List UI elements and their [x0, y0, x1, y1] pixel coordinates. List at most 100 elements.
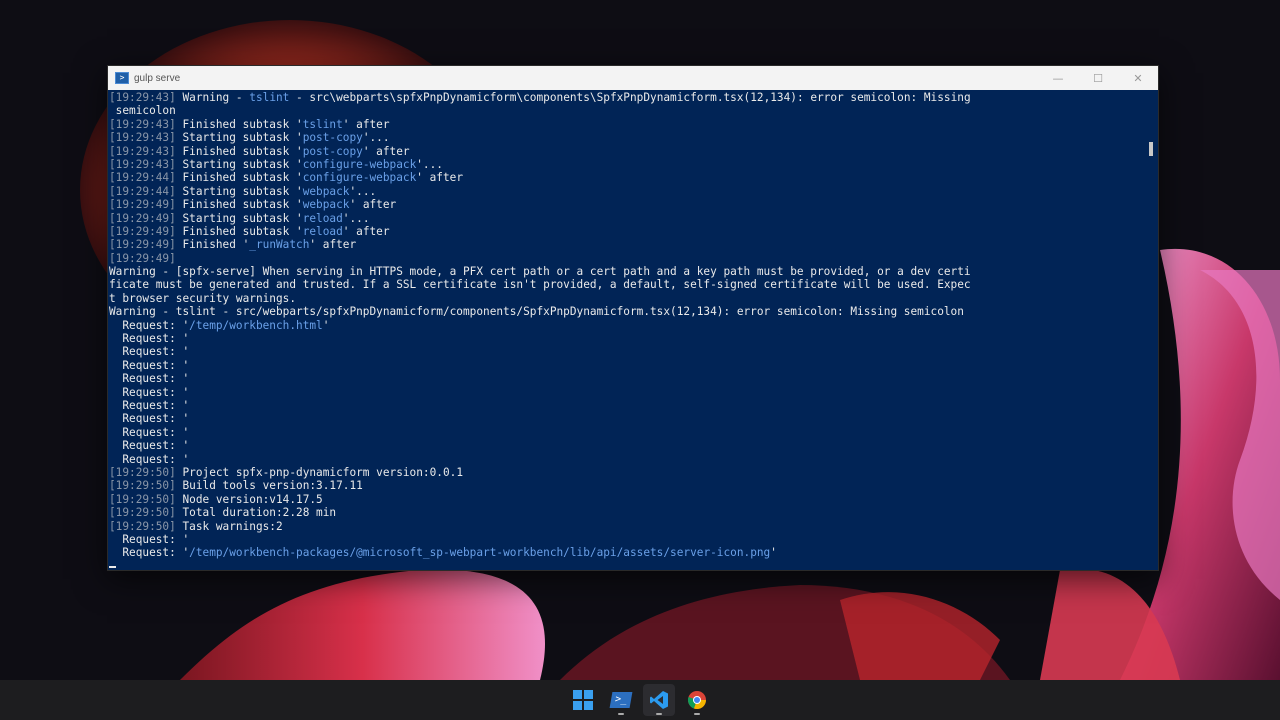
- highlight-text: _runWatch: [249, 238, 310, 252]
- timestamp: [19:29:49]: [109, 211, 176, 225]
- timestamp: [19:29:50]: [109, 519, 176, 533]
- timestamp: [19:29:49]: [109, 198, 176, 212]
- console-line: Request: ': [109, 332, 1144, 345]
- powershell-icon: >: [115, 72, 129, 84]
- console-line: [19:29:43] Starting subtask 'configure-w…: [109, 158, 1144, 171]
- console-line: Request: ': [109, 345, 1144, 358]
- console-text: ' after: [342, 117, 390, 131]
- console-text: ' after: [349, 198, 397, 212]
- console-text: - src\webparts\spfxPnpDynamicform\compon…: [289, 91, 971, 104]
- console-text: Request: ': [109, 452, 190, 466]
- console-scrollbar[interactable]: [1144, 90, 1158, 570]
- running-indicator: [656, 713, 662, 715]
- timestamp: [19:29:43]: [109, 157, 176, 171]
- console-text: Request: ': [109, 358, 190, 372]
- console-output[interactable]: [19:29:43] Warning - tslint - src\webpar…: [109, 90, 1144, 570]
- window-controls: — ☐ ✕: [1038, 66, 1158, 90]
- highlight-text: post-copy: [302, 144, 363, 158]
- console-text: semicolon: [109, 104, 176, 118]
- console-line: Request: ': [109, 426, 1144, 439]
- console-text: Starting subtask ': [175, 211, 303, 225]
- console-line: [19:29:50] Task warnings:2: [109, 520, 1144, 533]
- console-line: [19:29:49] Starting subtask 'reload'...: [109, 212, 1144, 225]
- console-line: [19:29:50] Project spfx-pnp-dynamicform …: [109, 466, 1144, 479]
- highlight-text: webpack: [302, 184, 350, 198]
- console-text: Finished subtask ': [175, 117, 303, 131]
- timestamp: [19:29:49]: [109, 224, 176, 238]
- console-text: Starting subtask ': [175, 184, 303, 198]
- taskbar-chrome[interactable]: [681, 684, 713, 716]
- console-text: Request: ': [109, 412, 190, 426]
- console-text: Request: ': [109, 546, 190, 560]
- console-text: Finished ': [175, 238, 250, 252]
- taskbar-vscode[interactable]: [643, 684, 675, 716]
- console-line: ficate must be generated and trusted. If…: [109, 278, 1144, 291]
- highlight-text: post-copy: [302, 131, 363, 145]
- console-line: [19:29:43] Starting subtask 'post-copy'.…: [109, 131, 1144, 144]
- console-text: Request: ': [109, 425, 190, 439]
- console-text: '...: [362, 131, 390, 145]
- console-line: Request: ': [109, 453, 1144, 466]
- console-text: Finished subtask ': [175, 171, 303, 185]
- console-text: Request: ': [109, 385, 190, 399]
- console-line: Request: ': [109, 399, 1144, 412]
- start-button[interactable]: [567, 684, 599, 716]
- window-title: gulp serve: [134, 72, 181, 84]
- console-text: Warning - tslint - src/webparts/spfxPnpD…: [109, 305, 964, 319]
- console-line: [19:29:44] Starting subtask 'webpack'...: [109, 185, 1144, 198]
- console-line: Request: '/temp/workbench-packages/@micr…: [109, 546, 1144, 559]
- console-text: Finished subtask ': [175, 224, 303, 238]
- highlight-text: reload: [302, 224, 343, 238]
- timestamp: [19:29:50]: [109, 465, 176, 479]
- console-line: Request: ': [109, 439, 1144, 452]
- powershell-icon: >_: [609, 692, 633, 708]
- timestamp: [19:29:44]: [109, 171, 176, 185]
- console-line: Warning - tslint - src/webparts/spfxPnpD…: [109, 305, 1144, 318]
- console-line: [19:29:49] Finished subtask 'reload' aft…: [109, 225, 1144, 238]
- maximize-button[interactable]: ☐: [1078, 66, 1118, 90]
- console-text: t browser security warnings.: [109, 291, 297, 305]
- highlight-text: reload: [302, 211, 343, 225]
- windows-logo-icon: [573, 690, 593, 710]
- console-text: ' after: [342, 224, 390, 238]
- timestamp: [19:29:50]: [109, 479, 176, 493]
- console-text: Request: ': [109, 332, 190, 346]
- console-line: [19:29:50] Total duration:2.28 min: [109, 506, 1144, 519]
- console-text: ' after: [362, 144, 410, 158]
- taskbar-powershell[interactable]: >_: [605, 684, 637, 716]
- chrome-icon: [687, 691, 706, 710]
- timestamp: [19:29:50]: [109, 506, 176, 520]
- console-line: Request: ': [109, 359, 1144, 372]
- vscode-icon: [650, 691, 668, 709]
- window-titlebar[interactable]: > gulp serve — ☐ ✕: [108, 66, 1158, 90]
- console-text: Request: ': [109, 372, 190, 386]
- console-text: Request: ': [109, 439, 190, 453]
- console-text: Request: ': [109, 318, 190, 332]
- console-text: Starting subtask ': [175, 131, 303, 145]
- timestamp: [19:29:43]: [109, 131, 176, 145]
- highlight-text: tslint: [249, 91, 290, 104]
- console-line: Request: '/temp/workbench.html': [109, 319, 1144, 332]
- console-text: ': [322, 318, 330, 332]
- console-line: [19:29:50] Build tools version:3.17.11: [109, 479, 1144, 492]
- console-line: Warning - [spfx-serve] When serving in H…: [109, 265, 1144, 278]
- scrollbar-thumb[interactable]: [1149, 142, 1153, 156]
- console-line: Request: ': [109, 386, 1144, 399]
- highlight-text: /temp/workbench-packages/@microsoft_sp-w…: [189, 546, 771, 560]
- console-text: Request: ': [109, 532, 190, 546]
- timestamp: [19:29:50]: [109, 492, 176, 506]
- timestamp: [19:29:49]: [109, 251, 176, 265]
- console-text: Project spfx-pnp-dynamicform version:0.0…: [175, 465, 463, 479]
- running-indicator: [694, 713, 700, 715]
- timestamp: [19:29:43]: [109, 117, 176, 131]
- timestamp: [19:29:43]: [109, 144, 176, 158]
- highlight-text: /temp/workbench.html: [189, 318, 323, 332]
- minimize-button[interactable]: —: [1038, 66, 1078, 90]
- console-line: Request: ': [109, 533, 1144, 546]
- console-line: [19:29:43] Warning - tslint - src\webpar…: [109, 91, 1144, 104]
- close-button[interactable]: ✕: [1118, 66, 1158, 90]
- powershell-window[interactable]: > gulp serve — ☐ ✕ [19:29:43] Warning - …: [107, 65, 1159, 571]
- console-text: Starting subtask ': [175, 157, 303, 171]
- console-line: [19:29:49]: [109, 252, 1144, 265]
- highlight-text: configure-webpack: [302, 157, 417, 171]
